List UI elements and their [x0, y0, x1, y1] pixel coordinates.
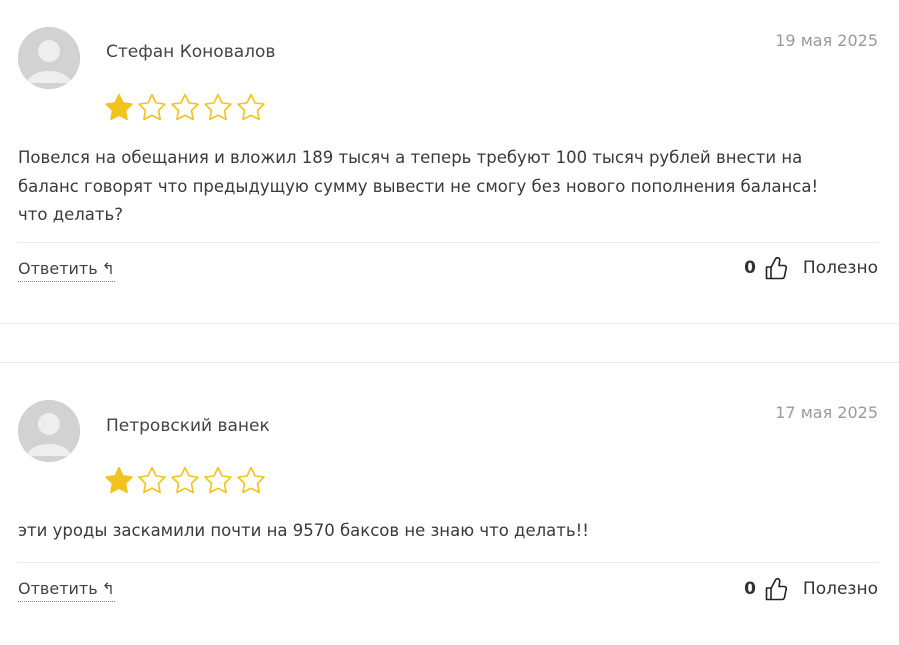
review-card: Петровский ванек 17 мая 2025 эти уроды з… — [0, 362, 899, 645]
useful-label: Полезно — [802, 579, 878, 599]
reply-label: Ответить — [18, 579, 98, 598]
review-author: Петровский ванек — [106, 416, 270, 436]
star-empty-icon — [137, 93, 167, 122]
star-empty-icon — [236, 466, 266, 495]
star-empty-icon — [137, 466, 167, 495]
useful-label: Полезно — [802, 258, 878, 278]
star-empty-icon — [203, 466, 233, 495]
review-text-line: баланс говорят что предыдущую сумму выве… — [18, 176, 819, 196]
review-text: эти уроды заскамили почти на 9570 баксов… — [18, 517, 880, 546]
review-author: Стефан Коновалов — [106, 42, 276, 62]
star-empty-icon — [203, 93, 233, 122]
rating-stars — [104, 466, 266, 495]
star-empty-icon — [236, 93, 266, 122]
rating-stars — [104, 93, 266, 122]
review-text-line: что делать? — [18, 205, 124, 224]
review-text-line: эти уроды заскамили почти на 9570 баксов… — [18, 521, 589, 540]
review-date: 17 мая 2025 — [775, 403, 878, 422]
reply-button[interactable]: Ответить ↰ — [18, 259, 116, 282]
divider — [18, 242, 879, 243]
star-empty-icon — [170, 93, 200, 122]
like-count: 0 — [744, 258, 756, 278]
useful-vote: 0 Полезно — [744, 577, 878, 601]
thumbs-up-icon[interactable] — [765, 256, 787, 280]
divider — [18, 562, 879, 563]
useful-vote: 0 Полезно — [744, 256, 878, 280]
review-card: Стефан Коновалов 19 мая 2025 Повелся на … — [0, 0, 899, 324]
star-empty-icon — [170, 466, 200, 495]
star-filled-icon — [104, 93, 134, 122]
review-date: 19 мая 2025 — [775, 31, 878, 50]
avatar — [18, 400, 80, 462]
reply-arrow-icon: ↰ — [101, 579, 116, 598]
star-filled-icon — [104, 466, 134, 495]
reply-label: Ответить — [18, 259, 98, 278]
like-count: 0 — [744, 579, 756, 599]
reply-arrow-icon: ↰ — [101, 259, 116, 278]
review-text: Повелся на обещания и вложил 189 тысяч а… — [18, 144, 880, 230]
avatar — [18, 27, 80, 89]
reply-button[interactable]: Ответить ↰ — [18, 579, 116, 602]
review-text-line: Повелся на обещания и вложил 189 тысяч а… — [18, 148, 803, 167]
thumbs-up-icon[interactable] — [765, 577, 787, 601]
